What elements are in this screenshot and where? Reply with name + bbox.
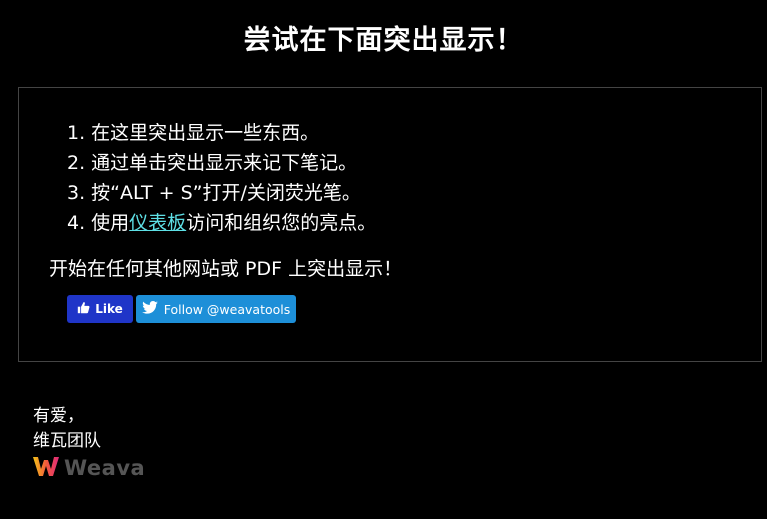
weava-brand: Weava	[33, 455, 145, 481]
twitter-follow-button[interactable]: Follow @weavatools	[136, 295, 296, 323]
step-item-4: 4. 使用仪表板访问和组织您的亮点。	[67, 208, 376, 238]
brand-name: Weava	[64, 456, 146, 480]
facebook-like-button[interactable]: Like	[67, 295, 133, 323]
step-4-prefix: 4. 使用	[67, 212, 130, 234]
signoff-line-2: 维瓦团队	[33, 431, 101, 451]
twitter-bird-icon	[141, 301, 158, 317]
thumbs-up-icon	[77, 301, 90, 317]
step-item-3: 3. 按“ALT + S”打开/关闭荧光笔。	[67, 182, 361, 204]
steps-list: 1. 在这里突出显示一些东西。 2. 通过单击突出显示来记下笔记。 3. 按“A…	[67, 118, 376, 238]
step-item-2: 2. 通过单击突出显示来记下笔记。	[67, 152, 358, 174]
like-label: Like	[95, 302, 123, 316]
cta-text: 开始在任何其他网站或 PDF 上突出显示！	[49, 258, 403, 280]
signoff-line-1: 有爱，	[33, 406, 84, 426]
page-title: 尝试在下面突出显示！	[243, 25, 524, 56]
weava-logo-icon	[33, 455, 59, 481]
follow-label: Follow @weavatools	[163, 301, 291, 317]
signoff: 有爱， 维瓦团队	[33, 404, 101, 454]
step-item-1: 1. 在这里突出显示一些东西。	[67, 122, 320, 144]
page: 尝试在下面突出显示！ 1. 在这里突出显示一些东西。 2. 通过单击突出显示来记…	[0, 0, 767, 519]
dashboard-link[interactable]: 仪表板	[129, 212, 186, 234]
instructions-panel: 1. 在这里突出显示一些东西。 2. 通过单击突出显示来记下笔记。 3. 按“A…	[18, 87, 762, 362]
step-4-suffix: 访问和组织您的亮点。	[186, 212, 377, 234]
